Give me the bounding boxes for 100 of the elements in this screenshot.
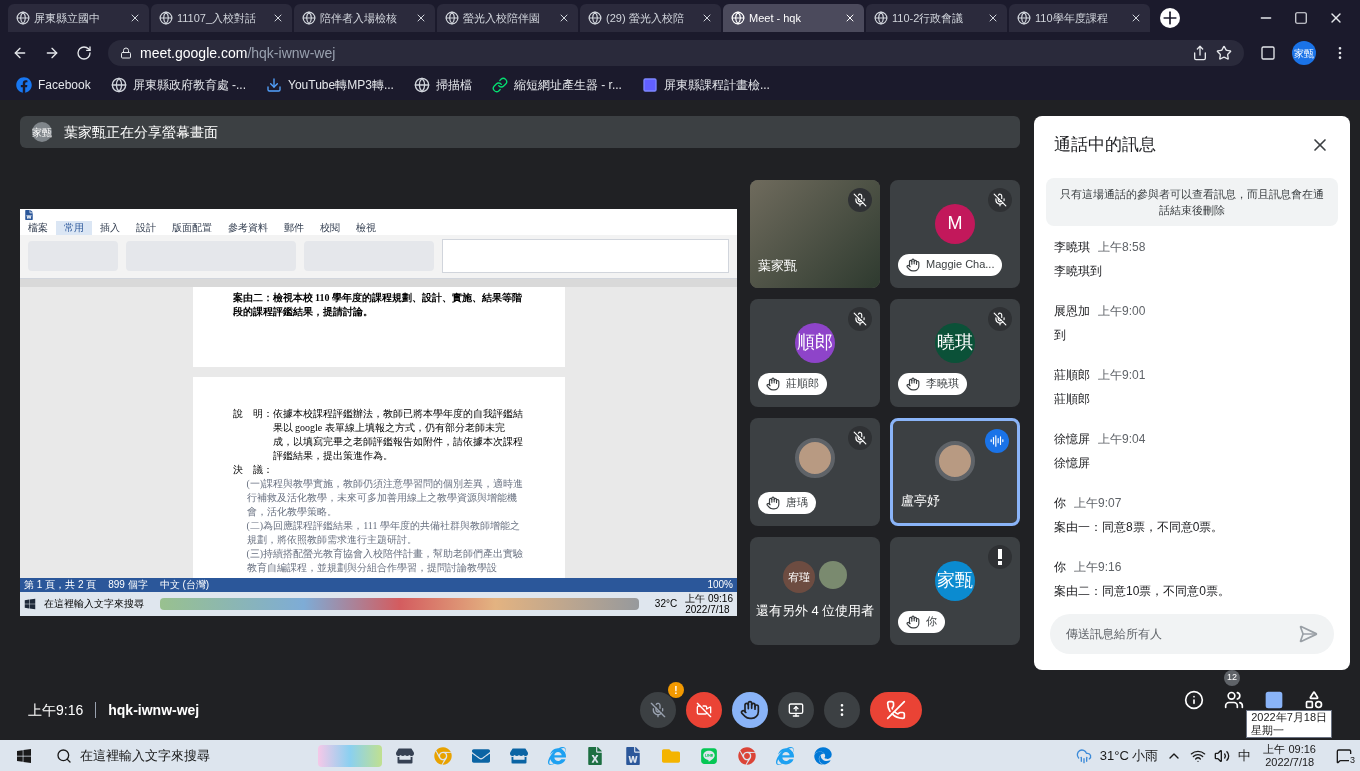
store-icon[interactable] — [510, 746, 528, 765]
site-icon — [1017, 11, 1031, 25]
browser-tab[interactable]: Meet - hqk — [723, 4, 864, 32]
activities-icon[interactable] — [1304, 690, 1324, 710]
mail-icon[interactable] — [472, 746, 490, 765]
banner-text: 葉家甄正在分享螢幕畫面 — [64, 122, 218, 142]
message-input[interactable]: 傳送訊息給所有人 — [1050, 614, 1334, 654]
site-icon — [874, 11, 888, 25]
taskbar-search-field[interactable]: 在這裡輸入文字來搜尋 — [48, 740, 278, 771]
browser-tab[interactable]: 110學年度課程 — [1009, 4, 1150, 32]
bookmark[interactable]: 屏東縣政府教育處 -... — [110, 76, 247, 94]
browser-tab[interactable]: 螢光入校陪伴園 — [437, 4, 578, 32]
browser-tab[interactable]: (29) 螢光入校陪 — [580, 4, 721, 32]
tab-title: (29) 螢光入校陪 — [606, 10, 685, 26]
message-sender: 你 — [1054, 494, 1066, 512]
share-icon[interactable] — [1192, 45, 1208, 61]
address-bar[interactable]: meet.google.com/hqk-iwnw-wej — [108, 40, 1244, 66]
maximize-icon[interactable] — [1294, 11, 1308, 25]
bookmark[interactable]: 掃描檔 — [413, 76, 472, 94]
store-icon[interactable] — [396, 746, 414, 765]
browser-tab[interactable]: 屏東縣立國中 — [8, 4, 149, 32]
leave-call-button[interactable] — [870, 692, 922, 728]
resolution-item: (二)為回應課程評鑑結果，111 學年度的共備社群與教師增能之規劃，將依照教師需求進行主題研討。 — [245, 518, 521, 547]
info-icon[interactable] — [1184, 690, 1204, 710]
close-icon[interactable] — [272, 12, 284, 24]
participant-tile[interactable]: 家甄 你 — [890, 536, 1020, 645]
clock-time: 上午 09:16 — [1263, 742, 1316, 756]
participant-tile[interactable]: M Maggie Cha... — [890, 179, 1020, 288]
star-icon[interactable] — [1216, 45, 1232, 61]
avatar: 宥瑾 — [783, 560, 815, 593]
bookmark[interactable]: 縮短網址產生器 - r... — [491, 76, 622, 94]
close-icon[interactable] — [558, 12, 570, 24]
camera-button[interactable] — [686, 692, 722, 728]
raised-hand-chip: Maggie Cha... — [898, 253, 1003, 276]
raise-hand-button[interactable] — [732, 692, 768, 728]
tooltip-date: 2022年7月18日 — [1251, 711, 1327, 724]
participant-tile[interactable]: 盧亭妤 — [890, 417, 1020, 526]
forward-icon[interactable] — [44, 45, 60, 61]
new-tab-icon[interactable] — [1160, 8, 1180, 28]
ime-indicator[interactable]: 中 — [1238, 745, 1252, 766]
close-icon[interactable] — [701, 12, 713, 24]
spreadsheet-icon[interactable] — [586, 746, 604, 765]
participant-tile[interactable]: 曉琪 李曉琪 — [890, 298, 1020, 407]
close-icon[interactable] — [987, 12, 999, 24]
label-text: 說 明： — [232, 406, 273, 421]
participant-tile[interactable]: 順郎 莊順郎 — [750, 298, 880, 407]
hand-icon — [766, 376, 780, 391]
tab-title: Meet - hqk — [749, 10, 802, 26]
ribbon-tab[interactable]: 郵件 — [276, 220, 312, 235]
bookmark[interactable]: 屏東縣課程計畫檢... — [641, 76, 770, 94]
volume-icon[interactable] — [1214, 747, 1231, 764]
lock-icon — [120, 47, 132, 59]
weather-text: 31°C 小雨 — [1099, 746, 1159, 765]
reload-icon[interactable] — [76, 45, 92, 61]
profile-avatar[interactable]: 家甄 — [1292, 41, 1316, 65]
avatar-photo-placeholder — [819, 560, 847, 589]
browser-tab[interactable]: 110-2行政會議 — [866, 4, 1007, 32]
ribbon-tab[interactable]: 版面配置 — [164, 220, 220, 235]
ribbon-tab[interactable]: 檔案 — [20, 220, 56, 235]
avatar: 順郎 — [795, 322, 835, 363]
message-text: 到 — [1054, 326, 1067, 344]
close-icon[interactable] — [1130, 12, 1142, 24]
participant-tile[interactable]: 宥瑾 還有另外 4 位使用者 — [750, 536, 880, 645]
zoom-level: 100% — [707, 578, 733, 592]
message-text-input[interactable]: 傳送訊息給所有人 — [1066, 625, 1298, 643]
ribbon-tab[interactable]: 校閱 — [312, 220, 348, 235]
close-icon[interactable] — [129, 12, 141, 24]
document-icon[interactable] — [624, 746, 642, 765]
camera-off-icon — [696, 702, 712, 718]
ribbon-tab[interactable]: 參考資料 — [220, 220, 276, 235]
close-icon[interactable] — [415, 12, 427, 24]
tab-title: 11107_入校對話 — [177, 10, 258, 26]
microphone-off-icon — [650, 702, 666, 718]
ribbon-tab[interactable]: 插入 — [92, 220, 128, 235]
participant-tile[interactable]: 葉家甄 — [750, 179, 880, 288]
microphone-button[interactable] — [640, 692, 676, 728]
browser-icon[interactable] — [738, 746, 756, 765]
facebook-icon — [16, 77, 32, 93]
present-button[interactable] — [778, 692, 814, 728]
clock-time: 上午 09:16 — [685, 592, 733, 604]
start-icon[interactable] — [16, 747, 32, 764]
raised-hand-chip: 你 — [898, 610, 945, 633]
people-icon[interactable] — [1224, 690, 1244, 710]
raised-hand-chip: 唐瑀 — [758, 491, 816, 514]
message-time: 上午9:00 — [1098, 302, 1146, 320]
search-field[interactable]: 在這裡輸入文字來搜尋 — [44, 596, 144, 611]
browser-icon[interactable] — [814, 746, 832, 765]
bookmark[interactable]: Facebook — [16, 76, 91, 94]
participant-tile[interactable]: 唐瑀 — [750, 417, 880, 526]
windows-icon[interactable] — [24, 597, 36, 610]
browser-tab[interactable]: 陪伴者入場檢核 — [294, 4, 435, 32]
site-icon — [731, 11, 745, 25]
back-icon[interactable] — [12, 45, 28, 61]
ribbon-tab[interactable]: 檢視 — [348, 220, 384, 235]
ribbon-tab[interactable]: 設計 — [128, 220, 164, 235]
alert-badge: ! — [668, 682, 684, 698]
browser-tab[interactable]: 11107_入校對話 — [151, 4, 292, 32]
close-icon[interactable] — [844, 12, 856, 24]
tab-title: 屏東縣立國中 — [34, 10, 101, 26]
bookmark[interactable]: YouTube轉MP3轉... — [266, 76, 394, 94]
